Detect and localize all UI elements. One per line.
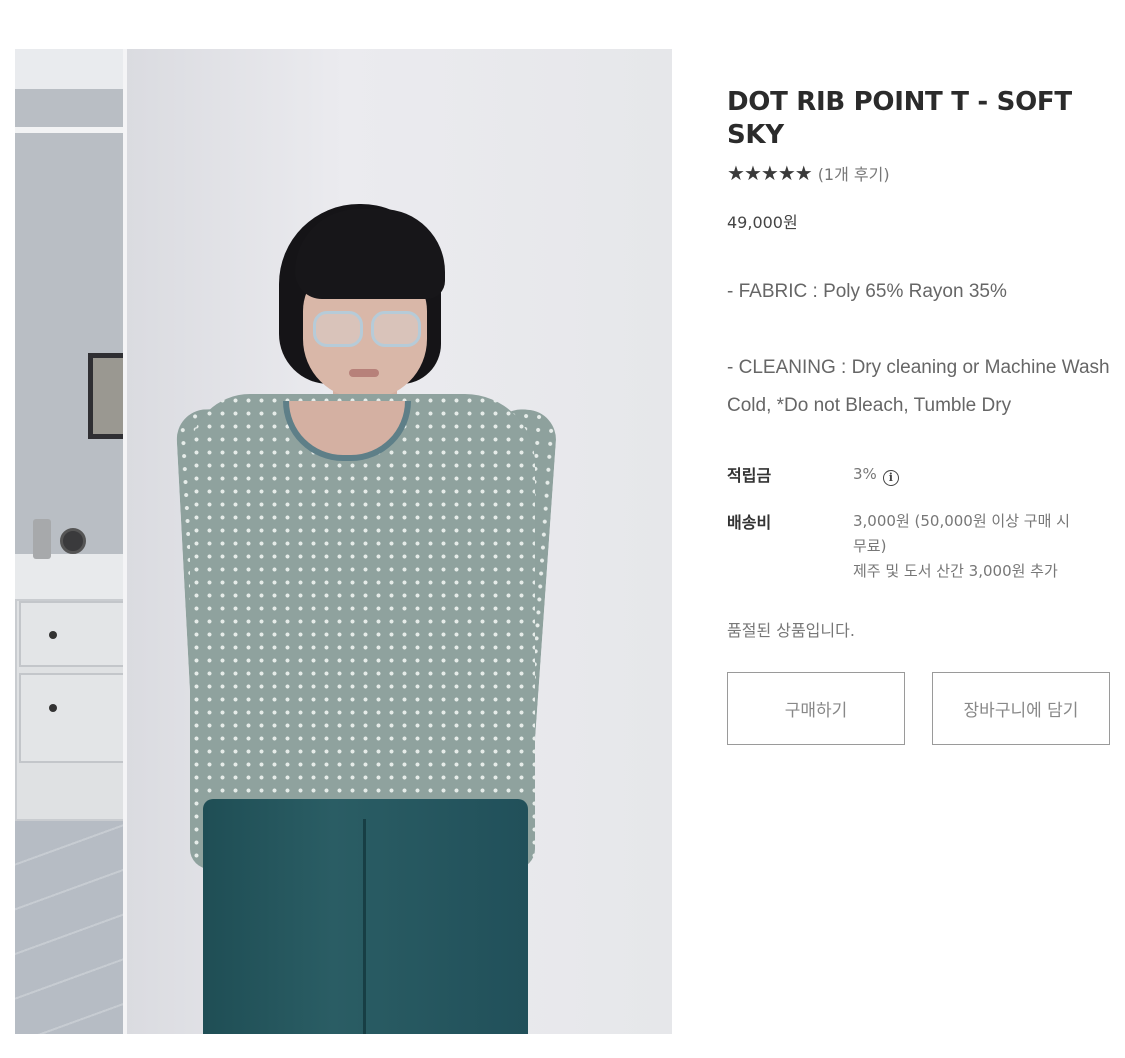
diffuser (33, 519, 51, 559)
shipping-fee-line-1: 3,000원 (50,000원 이상 구매 시 (853, 512, 1070, 530)
cleaning-line-1: - CLEANING : Dry cleaning or Machine Was… (727, 357, 1110, 378)
product-rating[interactable]: ★ ★ ★ ★ ★ (1개 후기) (727, 161, 1110, 185)
product-price: 49,000원 (727, 213, 798, 232)
product-info: DOT RIB POINT T - SOFT SKY ★ ★ ★ ★ ★ (1개… (727, 86, 1110, 425)
star-icon: ★ (727, 161, 745, 185)
shipping-label: 배송비 (727, 513, 772, 532)
star-icon: ★ (777, 161, 796, 185)
fabric-line: - FABRIC : Poly 65% Rayon 35% (727, 281, 1007, 302)
add-to-cart-button[interactable]: 장바구니에 담기 (932, 672, 1110, 745)
shipping-row: 배송비 3,000원 (50,000원 이상 구매 시 무료) 제주 및 도서 … (727, 509, 1110, 584)
dot-rib-shirt (190, 394, 535, 869)
clock (60, 528, 86, 554)
product-description: - FABRIC : Poly 65% Rayon 35% - CLEANING… (727, 273, 1110, 425)
star-icon: ★ (760, 161, 779, 185)
rating-stars: ★ ★ ★ ★ ★ (727, 161, 813, 185)
tiled-floor (15, 821, 140, 1034)
points-row: 적립금 3% i (727, 462, 1110, 487)
shipping-fee-line-2: 무료) (853, 537, 887, 555)
soldout-notice: 품절된 상품입니다. (727, 621, 855, 640)
cleaning-line-2: Cold, *Do not Bleach, Tumble Dry (727, 395, 1012, 416)
points-label: 적립금 (727, 466, 772, 485)
star-icon: ★ (794, 161, 813, 185)
star-icon: ★ (743, 161, 762, 185)
review-count[interactable]: (1개 후기) (818, 161, 890, 185)
product-title: DOT RIB POINT T - SOFT SKY (727, 87, 1072, 150)
points-value: 3% (853, 465, 877, 483)
shipping-extra-line: 제주 및 도서 산간 3,000원 추가 (853, 562, 1058, 580)
buy-button[interactable]: 구매하기 (727, 672, 905, 745)
info-icon[interactable]: i (882, 470, 899, 486)
product-image (15, 49, 672, 1034)
glasses (313, 311, 423, 349)
